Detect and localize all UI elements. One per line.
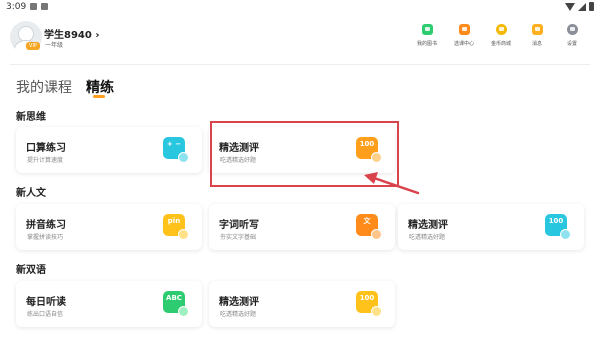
annotation-arrow-icon	[364, 172, 420, 195]
